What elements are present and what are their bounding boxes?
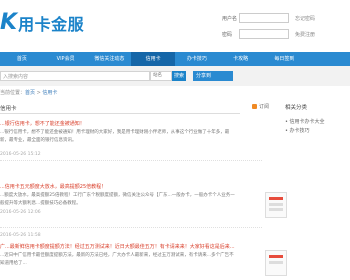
- thumbnail-graphic: [269, 261, 283, 264]
- thumbnail-graphic: [269, 255, 283, 258]
- share-button[interactable]: 分享到: [193, 71, 233, 81]
- forgot-password-link[interactable]: 忘记密码: [295, 15, 315, 22]
- nav-item-wechat[interactable]: 微信关注动态: [88, 52, 132, 66]
- breadcrumb-current[interactable]: 信用卡: [42, 90, 57, 96]
- logo-mark: K: [0, 10, 18, 35]
- username-label: 用户名: [222, 15, 238, 22]
- nav-item-vip[interactable]: VIP会员: [44, 52, 88, 66]
- password-field[interactable]: [239, 29, 289, 39]
- breadcrumb: 当前位置：首页 > 信用卡: [0, 89, 57, 96]
- breadcrumb-prefix: 当前位置：: [0, 90, 26, 96]
- breadcrumb-home[interactable]: 首页: [25, 90, 35, 96]
- rss-icon: [252, 104, 257, 109]
- article-thumbnail[interactable]: [265, 192, 287, 218]
- article-title[interactable]: ...银行信用卡，想不了能还金被通知！: [0, 120, 262, 127]
- article-excerpt: ...近日中广信用卡最佳额度提额方法，最新的方法已经，广大办卡人最新来，经过五万…: [0, 253, 234, 266]
- title-divider: [0, 113, 240, 114]
- article-title[interactable]: ...信用卡五元额度大放水，最高提额25倍教程！: [0, 183, 262, 190]
- logo[interactable]: K 用卡金服: [0, 10, 85, 35]
- article-date: 2016-05-26 12:06: [0, 210, 41, 215]
- password-label: 密码: [222, 31, 233, 38]
- search-scope-select[interactable]: 站名: [150, 71, 172, 81]
- article-date: 2016-05-26 15:12: [0, 152, 41, 157]
- sidebar-item[interactable]: • 办卡技巧: [285, 127, 325, 136]
- nav-item-home[interactable]: 首页: [0, 52, 44, 66]
- article-excerpt: ...银行信用卡，想不了能还金被通知！用卡理财的大家好，我是用卡理财刚小伴老师，…: [0, 130, 230, 143]
- main-nav: 首页 VIP会员 微信关注动态 信用卡 办卡技巧 卡攻略 每日签到: [0, 52, 350, 66]
- thumbnail-graphic: [269, 208, 283, 211]
- sidebar-title: 相关分类: [285, 105, 308, 111]
- subscribe-label: 订阅: [259, 104, 270, 110]
- article-item: ...信用卡五元额度大放水，最高提额25倍教程！ ...额度大放水，最高提额25…: [0, 183, 262, 207]
- article-divider: [0, 160, 262, 161]
- thumbnail-graphic: [269, 203, 283, 206]
- nav-item-empty: [306, 52, 350, 66]
- login-form: 用户名 忘记密码 密码 免费注册: [222, 12, 350, 44]
- header: K 用卡金服 用户名 忘记密码 密码 免费注册: [0, 0, 350, 47]
- nav-item-checkin[interactable]: 每日签到: [263, 52, 307, 66]
- username-field[interactable]: [239, 13, 289, 23]
- subscribe-button[interactable]: 订阅: [252, 103, 269, 110]
- article-item: ...银行信用卡，想不了能还金被通知！ ...银行信用卡，想不了能还金被通知！用…: [0, 120, 262, 144]
- sidebar-item[interactable]: • 信用卡办卡大全: [285, 118, 325, 127]
- article-divider: [0, 227, 262, 228]
- search-button[interactable]: 搜索: [172, 71, 186, 81]
- logo-text: 用卡金服: [18, 15, 85, 34]
- register-link[interactable]: 免费注册: [295, 31, 315, 38]
- thumbnail-graphic: [269, 197, 283, 200]
- nav-item-tips[interactable]: 办卡技巧: [175, 52, 219, 66]
- page-title: 信用卡: [0, 106, 17, 112]
- search-bar: 入搜索内容 站名 搜索 分享到: [0, 66, 350, 86]
- article-date: 2016-05-26 11:58: [0, 233, 41, 238]
- nav-item-guide[interactable]: 卡攻略: [219, 52, 263, 66]
- article-thumbnail[interactable]: [265, 250, 287, 276]
- search-input[interactable]: 入搜索内容: [0, 71, 150, 81]
- article-item: 广...最新鲜信用卡额度提额方法！经过五万测试来！近日大额最佳五万！有卡请来来！…: [0, 243, 262, 267]
- sidebar-list: • 信用卡办卡大全 • 办卡技巧: [285, 118, 325, 136]
- article-excerpt: ...额度大放水，最高提额25倍教程！工行广东个税额度提额，微信关注公众号【广东…: [0, 193, 235, 206]
- article-title[interactable]: 广...最新鲜信用卡额度提额方法！经过五万测试来！近日大额最佳五万！有卡请来来！…: [0, 243, 262, 250]
- nav-item-credit-card[interactable]: 信用卡: [131, 52, 175, 66]
